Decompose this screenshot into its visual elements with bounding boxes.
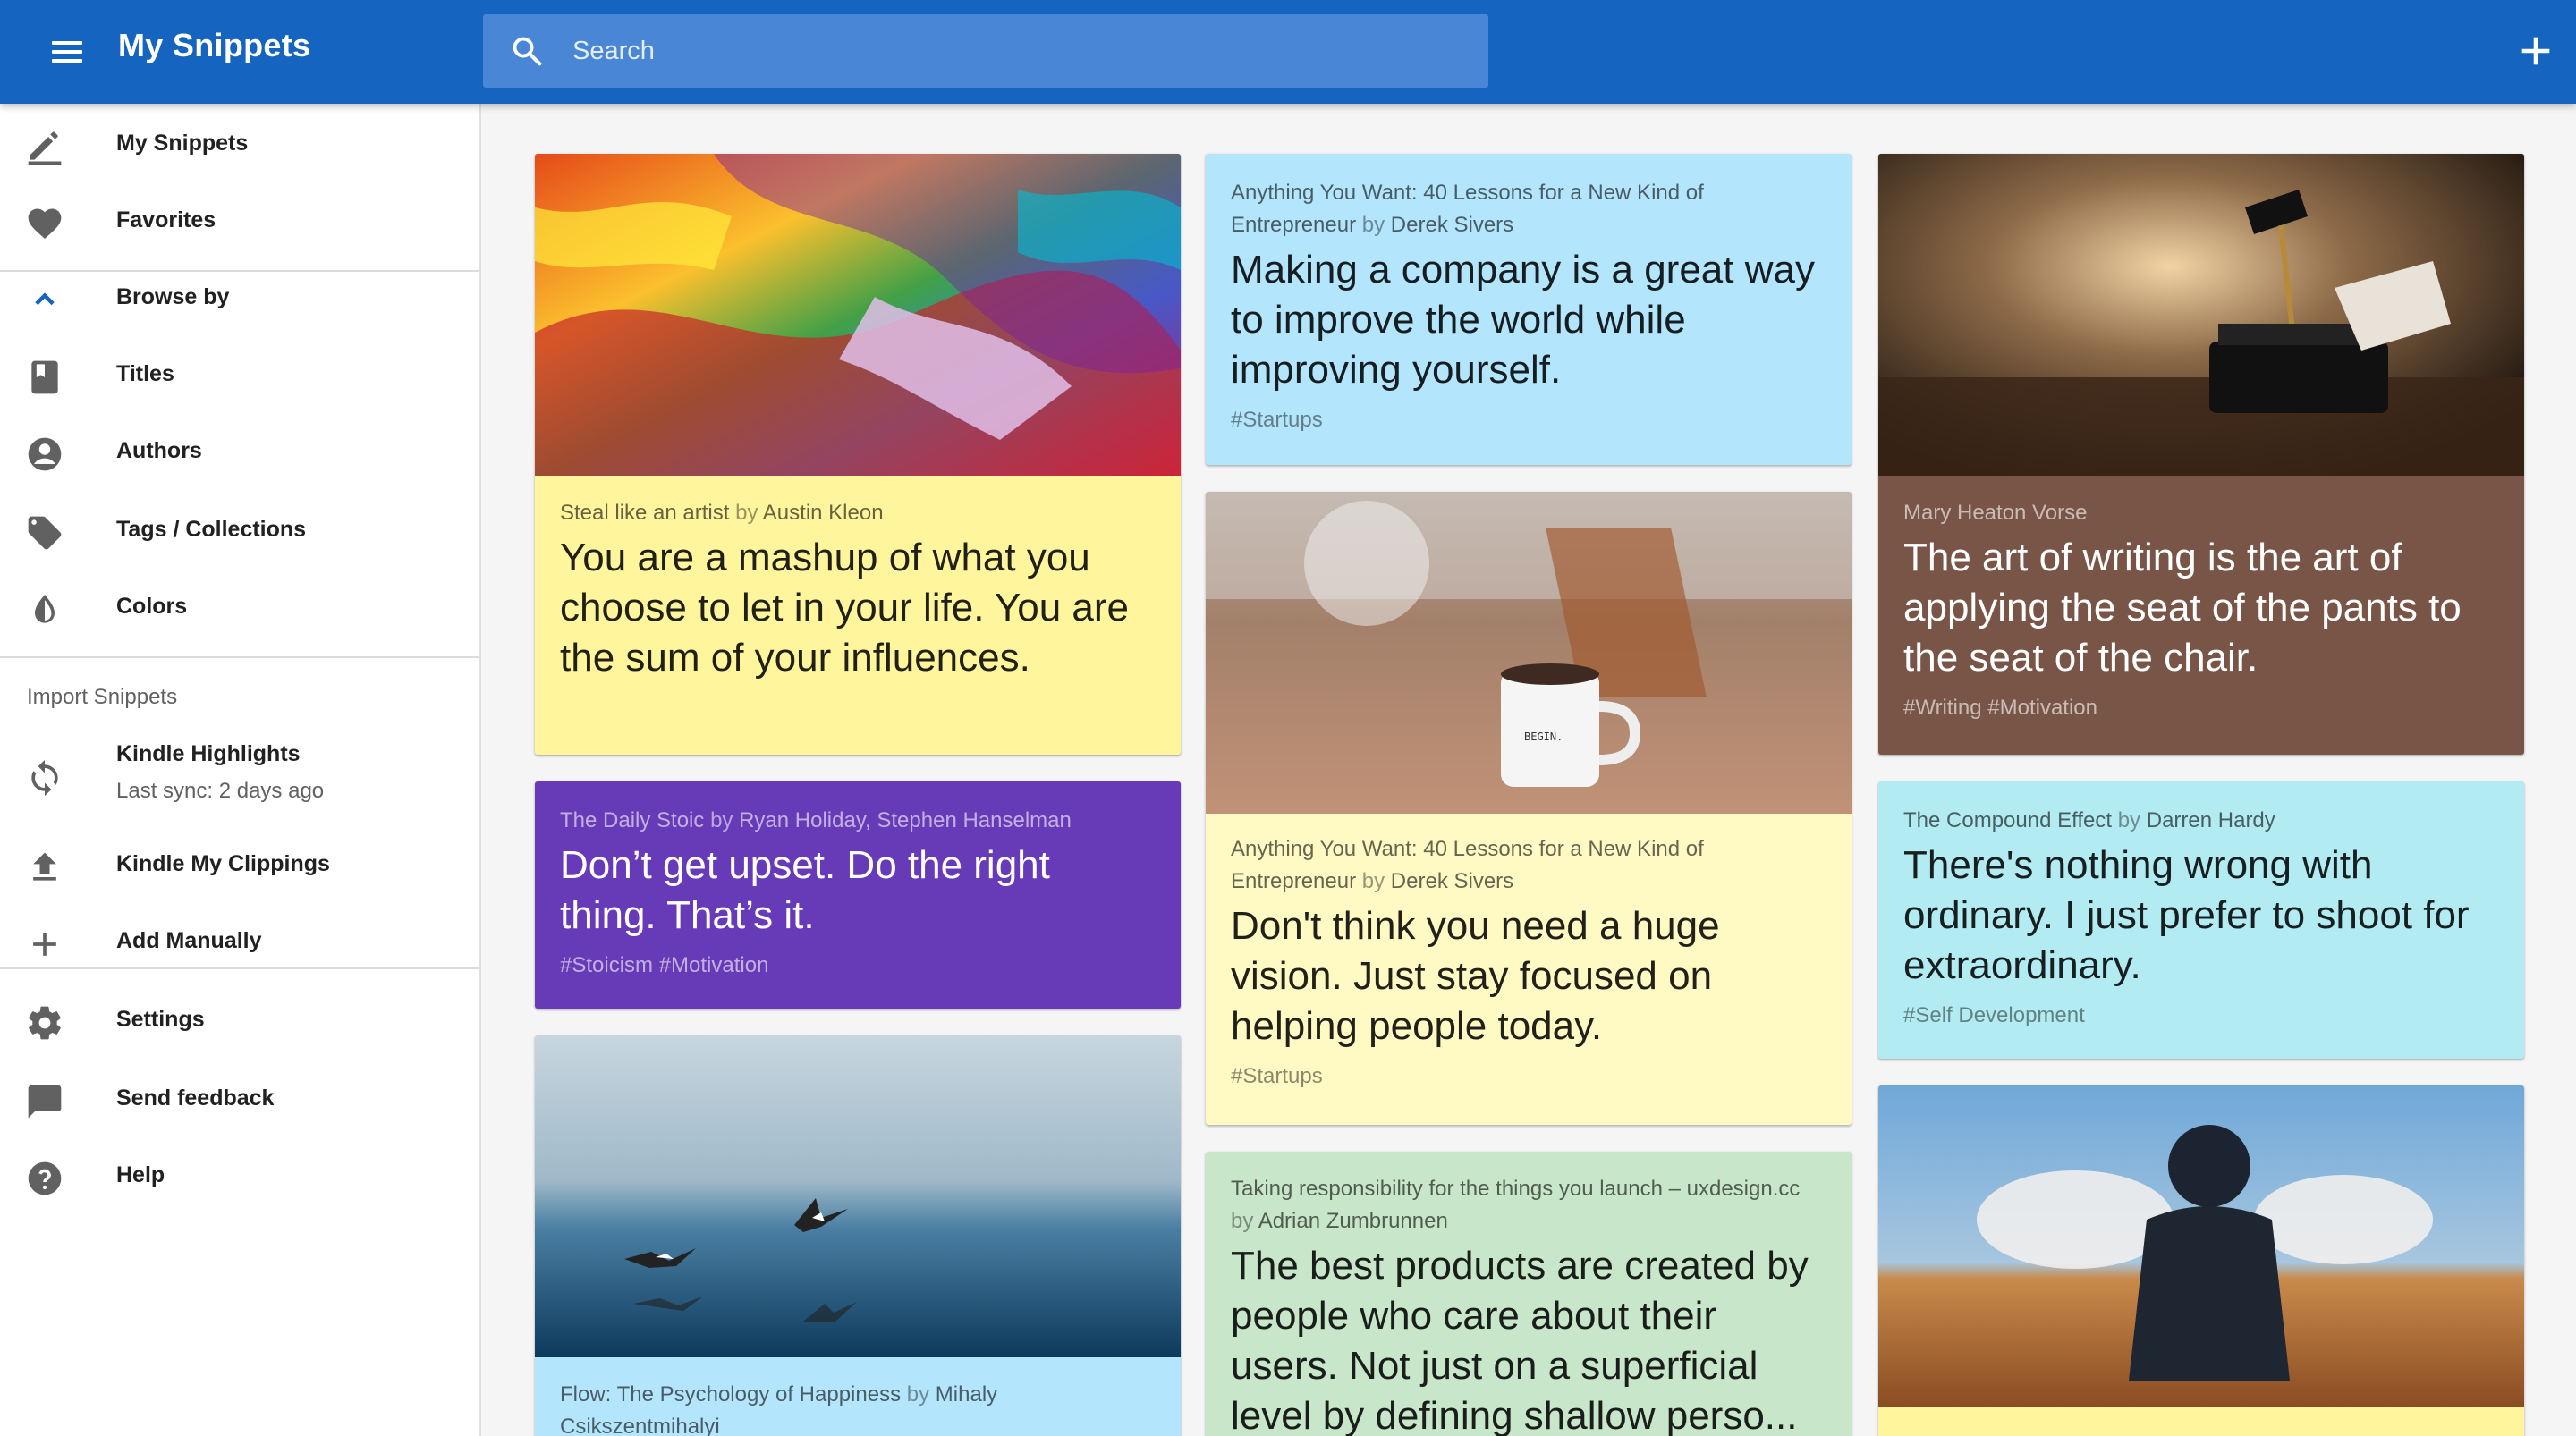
card-quote: There's nothing wrong with ordinary. I j… <box>1903 843 2470 987</box>
kindle-highlights-label: Kindle Highlights <box>116 741 301 766</box>
snippet-card[interactable]: Steal like an artist by Austin Kleon You… <box>535 154 1181 755</box>
sidebar-item-tags[interactable]: Tags / Collections <box>0 494 479 569</box>
card-image-typewriter <box>1878 154 2524 476</box>
sidebar-item-label: Titles <box>116 361 174 386</box>
card-quote: You are a mashup of what you choose to l… <box>560 536 1129 680</box>
add-icon[interactable] <box>2515 30 2556 72</box>
sidebar-item-send-feedback[interactable]: Send feedback <box>0 1062 479 1137</box>
snippet-card[interactable]: The Daily Stoic by Ryan Holiday, Stephen… <box>535 781 1181 1009</box>
sidebar-item-help[interactable]: Help <box>0 1139 479 1214</box>
card-source: Anything You Want: 40 Lessons for a New … <box>1231 181 1704 237</box>
sidebar-item-browse-by[interactable]: Browse by <box>0 261 479 336</box>
sidebar-item-settings[interactable]: Settings <box>0 984 479 1059</box>
card-source: Taking responsibility for the things you… <box>1231 1177 1801 1233</box>
card-quote: The best products are created by people … <box>1231 1244 1809 1436</box>
menu-icon <box>52 41 82 45</box>
snippet-card[interactable]: Flow: The Psychology of Happiness by Mih… <box>535 1035 1181 1436</box>
sidebar-item-label: Colors <box>116 594 188 619</box>
sidebar-item-titles[interactable]: Titles <box>0 338 479 413</box>
sidebar-item-authors[interactable]: Authors <box>0 415 479 490</box>
snippet-card[interactable]: The Compound Effect by Darren Hardy Ther… <box>1878 781 2524 1059</box>
help-circle-icon <box>28 1161 62 1195</box>
card-quote: Don’t get upset. Do the right thing. Tha… <box>560 843 1050 937</box>
card-source: The Compound Effect by Darren Hardy <box>1903 808 2275 832</box>
sidebar-item-label: Add Manually <box>116 928 262 953</box>
card-image-paint <box>535 154 1181 476</box>
sidebar-item-label: Tags / Collections <box>116 517 307 542</box>
card-image-birds <box>535 1035 1181 1357</box>
account-circle-icon <box>28 437 62 471</box>
search-bar[interactable] <box>483 14 1488 88</box>
import-section-label: Import Snippets <box>27 685 178 709</box>
pencil-icon <box>28 131 62 165</box>
sidebar-item-label: Favorites <box>116 207 216 232</box>
card-tags: #Stoicism #Motivation <box>560 953 769 977</box>
sidebar-item-label: Settings <box>116 1007 205 1032</box>
snippet-card[interactable] <box>1878 1085 2524 1436</box>
last-sync-text: Last sync: 2 days ago <box>116 779 325 803</box>
sidebar-item-colors[interactable]: Colors <box>0 570 479 646</box>
tag-icon <box>28 516 62 550</box>
card-tags: #Startups <box>1231 408 1323 432</box>
heart-icon <box>28 208 62 240</box>
card-source: Flow: The Psychology of Happiness by Mih… <box>560 1382 998 1436</box>
card-tags: #Writing #Motivation <box>1903 696 2097 720</box>
card-tags: #Self Development <box>1903 1003 2085 1027</box>
card-quote: The art of writing is the art of applyin… <box>1903 536 2462 680</box>
chevron-up-icon <box>35 292 55 306</box>
sidebar-item-label: My Snippets <box>116 131 249 156</box>
search-input[interactable] <box>572 14 1449 88</box>
card-source: Steal like an artist by Austin Kleon <box>560 501 884 525</box>
menu-button[interactable] <box>45 32 91 72</box>
sidebar-item-favorites[interactable]: Favorites <box>0 184 479 259</box>
snippet-card[interactable]: Anything You Want: 40 Lessons for a New … <box>1206 154 1852 465</box>
plus-icon <box>33 933 56 956</box>
sidebar-item-label: Send feedback <box>116 1085 275 1111</box>
card-source: Anything You Want: 40 Lessons for a New … <box>1231 837 1704 893</box>
sidebar-item-my-snippets[interactable]: My Snippets <box>0 107 479 182</box>
search-icon <box>513 37 542 66</box>
book-icon <box>31 360 58 394</box>
chat-bubble-icon <box>28 1085 62 1119</box>
card-image-field <box>1878 1085 2524 1407</box>
sidebar-item-label: Kindle My Clippings <box>116 851 330 876</box>
sync-icon <box>31 759 58 797</box>
gear-icon <box>29 1006 61 1040</box>
card-quote: Making a company is a great way to impro… <box>1231 248 1815 392</box>
svg-text:BEGIN.: BEGIN. <box>1524 731 1563 743</box>
sidebar-item-label: Help <box>116 1162 165 1187</box>
card-quote: Don't think you need a huge vision. Just… <box>1231 904 1720 1048</box>
card-source: Mary Heaton Vorse <box>1903 501 2088 525</box>
sidebar-item-label: Authors <box>116 438 202 463</box>
color-drop-icon <box>35 594 55 623</box>
snippet-card[interactable]: BEGIN. Anything You Want: 40 Lessons for… <box>1206 492 1852 1125</box>
sidebar-divider <box>0 967 479 969</box>
snippet-card[interactable]: Mary Heaton Vorse The art of writing is … <box>1878 154 2524 755</box>
card-source: The Daily Stoic by Ryan Holiday, Stephen… <box>560 808 1072 832</box>
card-tags: #Startups <box>1231 1064 1323 1088</box>
card-image-coffee: BEGIN. <box>1206 492 1852 814</box>
app-title: My Snippets <box>118 27 311 63</box>
sidebar-item-label: Browse by <box>116 284 230 309</box>
snippet-card[interactable]: Taking responsibility for the things you… <box>1206 1152 1852 1436</box>
top-app-bar: My Snippets <box>0 0 2576 104</box>
sidebar: My Snippets Favorites Browse by Titles A… <box>0 104 481 1436</box>
upload-icon <box>33 852 56 881</box>
sidebar-item-kindle-clippings[interactable]: Kindle My Clippings <box>0 828 479 903</box>
sidebar-divider <box>0 656 479 658</box>
